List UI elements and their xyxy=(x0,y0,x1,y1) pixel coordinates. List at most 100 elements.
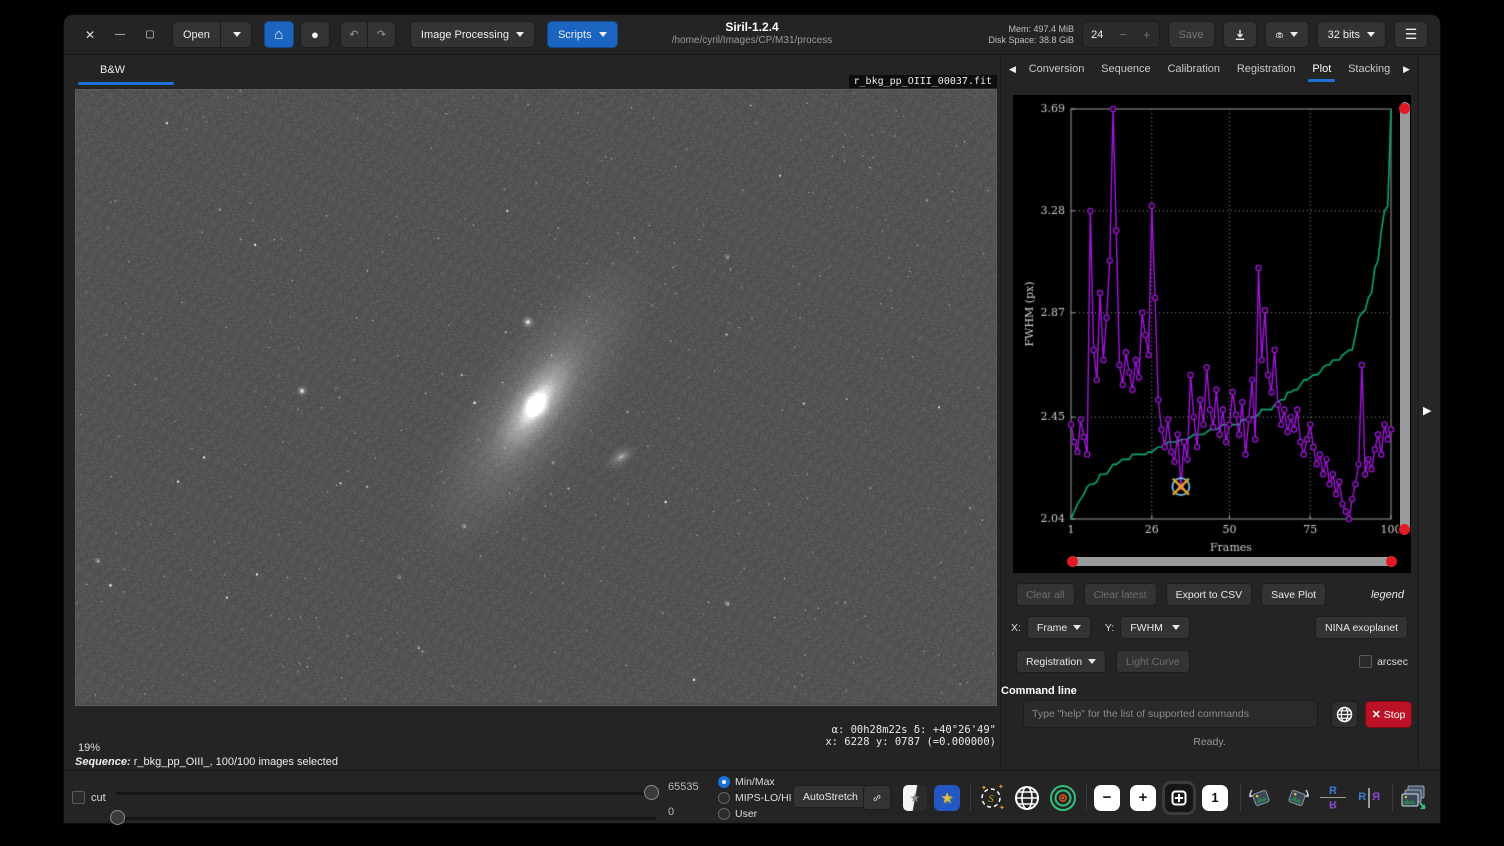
x-axis-dropdown[interactable]: Frame xyxy=(1027,616,1091,639)
image-stack-icon xyxy=(1398,783,1428,813)
celestial-grid-button[interactable] xyxy=(1012,782,1042,813)
photometry-button[interactable] xyxy=(1048,782,1078,813)
plot-xrange-left-handle[interactable] xyxy=(1067,556,1078,567)
minimize-icon[interactable]: — xyxy=(112,29,128,40)
zoom-in-button[interactable]: + xyxy=(1128,782,1158,813)
astro-image-m31[interactable] xyxy=(76,90,996,703)
panel-tabs: ◀ Conversion Sequence Calibration Regist… xyxy=(1001,56,1418,82)
fwhm-plot[interactable] xyxy=(1013,95,1411,573)
tab-sequence[interactable]: Sequence xyxy=(1095,59,1157,79)
cut-checkbox[interactable] xyxy=(72,791,85,804)
status-ready: Ready. xyxy=(1001,736,1418,748)
scripts-label: Scripts xyxy=(558,29,592,41)
stop-button[interactable]: ✕ Stop xyxy=(1365,701,1412,728)
low-slider-handle[interactable] xyxy=(110,810,125,825)
snapshot-button[interactable] xyxy=(1265,21,1309,48)
tabs-scroll-left-icon[interactable]: ◀ xyxy=(1007,64,1018,75)
sequence-list-button[interactable] xyxy=(1398,782,1428,813)
high-slider-handle[interactable] xyxy=(644,785,659,800)
open-recent-dropdown[interactable] xyxy=(221,21,252,48)
stop-label: Stop xyxy=(1384,709,1406,721)
radio-minmax[interactable]: Min/Max xyxy=(718,774,792,790)
plot-yrange-bottom-handle[interactable] xyxy=(1399,524,1410,535)
tabs-scroll-right-icon[interactable]: ▶ xyxy=(1401,64,1412,75)
radio-user-label: User xyxy=(735,806,757,822)
fwhm-plot-canvas[interactable] xyxy=(1013,95,1399,553)
image-processing-menu[interactable]: Image Processing xyxy=(410,21,535,48)
home-button[interactable]: ⌂ xyxy=(264,21,294,48)
command-input[interactable]: Type "help" for the list of supported co… xyxy=(1023,700,1318,728)
star-detection-button[interactable]: ★ xyxy=(932,782,962,813)
y-axis-dropdown[interactable]: FWHM xyxy=(1120,616,1190,639)
plot-horizontal-range-slider[interactable] xyxy=(1071,557,1393,566)
radio-minmax-label: Min/Max xyxy=(735,774,775,790)
arcsec-checkbox[interactable] xyxy=(1359,655,1372,668)
channel-link-button[interactable] xyxy=(863,785,891,810)
redo-button[interactable]: ↷ xyxy=(368,21,396,48)
clear-all-button[interactable]: Clear all xyxy=(1016,583,1075,606)
rotate-right-button[interactable] xyxy=(1282,782,1312,813)
plot-vertical-range-slider[interactable] xyxy=(1400,102,1410,534)
negative-view-icon: ★ xyxy=(903,785,927,811)
tab-calibration[interactable]: Calibration xyxy=(1161,59,1226,79)
scripts-menu[interactable]: Scripts xyxy=(547,21,618,48)
negative-view-button[interactable]: ★ xyxy=(900,782,930,813)
save-as-button[interactable] xyxy=(1223,21,1257,48)
clear-latest-button[interactable]: Clear latest xyxy=(1084,583,1157,606)
thread-minus-icon[interactable]: − xyxy=(1111,27,1135,42)
display-toolbar: cut 65535 0 Min/Max MIPS-LO/HI User Auto… xyxy=(64,770,1440,823)
thread-count: 24 xyxy=(1083,29,1111,41)
plot-xrange-right-handle[interactable] xyxy=(1386,556,1397,567)
radio-mips-label: MIPS-LO/HI xyxy=(735,790,792,806)
light-curve-button[interactable]: Light Curve xyxy=(1116,650,1190,673)
zoom-out-button[interactable]: − xyxy=(1092,782,1122,813)
high-cut-value: 65535 xyxy=(668,781,699,793)
thread-spinner[interactable]: 24 − + xyxy=(1082,21,1159,48)
command-list-button[interactable] xyxy=(1331,701,1358,728)
thread-plus-icon[interactable]: + xyxy=(1135,27,1159,42)
registration-dropdown[interactable]: Registration xyxy=(1016,650,1106,673)
export-csv-button[interactable]: Export to CSV xyxy=(1166,583,1253,606)
save-plot-button[interactable]: Save Plot xyxy=(1261,583,1326,606)
flip-horizontal-button[interactable]: R R xyxy=(1354,782,1384,813)
record-button[interactable]: ● xyxy=(300,21,330,48)
close-icon[interactable]: ✕ xyxy=(82,28,98,42)
zoom-one-to-one-button[interactable]: 1 xyxy=(1200,782,1230,813)
save-button[interactable]: Save xyxy=(1168,21,1215,48)
high-slider-track[interactable] xyxy=(116,792,656,795)
svg-text:✦: ✦ xyxy=(999,804,1005,812)
flip-horizontal-icon: R R xyxy=(1358,788,1379,808)
fit-to-window-button[interactable] xyxy=(1164,782,1194,813)
astrometry-annotation-button[interactable]: S ✦✦✦ xyxy=(976,782,1006,813)
disk-label: Disk Space: 38.8 GiB xyxy=(989,35,1075,46)
tab-bw[interactable]: B&W xyxy=(88,62,137,78)
undo-button[interactable]: ↶ xyxy=(340,21,368,48)
radio-user[interactable]: User xyxy=(718,806,792,822)
tab-stacking[interactable]: Stacking xyxy=(1342,59,1396,79)
tab-conversion[interactable]: Conversion xyxy=(1023,59,1091,79)
open-button[interactable]: Open xyxy=(172,21,221,48)
panel-expander-icon[interactable]: ▶ xyxy=(1423,404,1431,417)
flip-vertical-button[interactable]: R R xyxy=(1318,782,1348,813)
low-slider-track[interactable] xyxy=(116,817,656,820)
grid-globe-icon xyxy=(1013,784,1041,812)
record-icon: ● xyxy=(311,27,319,42)
chain-link-icon xyxy=(873,791,881,805)
tab-registration[interactable]: Registration xyxy=(1231,59,1302,79)
maximize-icon[interactable]: ▢ xyxy=(142,29,158,40)
rotate-left-button[interactable] xyxy=(1246,782,1276,813)
tab-plot[interactable]: Plot xyxy=(1306,59,1337,79)
image-viewport[interactable]: r_bkg_pp_OIII_00037.fit xyxy=(75,89,997,706)
svg-text:S: S xyxy=(988,793,994,805)
bit-depth-dropdown[interactable]: 32 bits xyxy=(1317,21,1386,48)
sequence-info: r_bkg_pp_OIII_, 100/100 images selected xyxy=(134,756,338,768)
window-title: Siril-1.2.4 /home/cyril/Images/CP/M31/pr… xyxy=(672,20,833,48)
radio-mips[interactable]: MIPS-LO/HI xyxy=(718,790,792,806)
hamburger-menu-button[interactable]: ☰ xyxy=(1394,21,1428,48)
nina-exoplanet-button[interactable]: NINA exoplanet xyxy=(1315,616,1408,639)
svg-text:✦: ✦ xyxy=(998,784,1004,791)
legend-toggle[interactable]: legend xyxy=(1371,589,1404,601)
plot-yrange-top-handle[interactable] xyxy=(1399,103,1410,114)
sequence-label: Sequence: xyxy=(75,756,131,768)
collapsed-side-strip: ▶ xyxy=(1418,56,1440,767)
